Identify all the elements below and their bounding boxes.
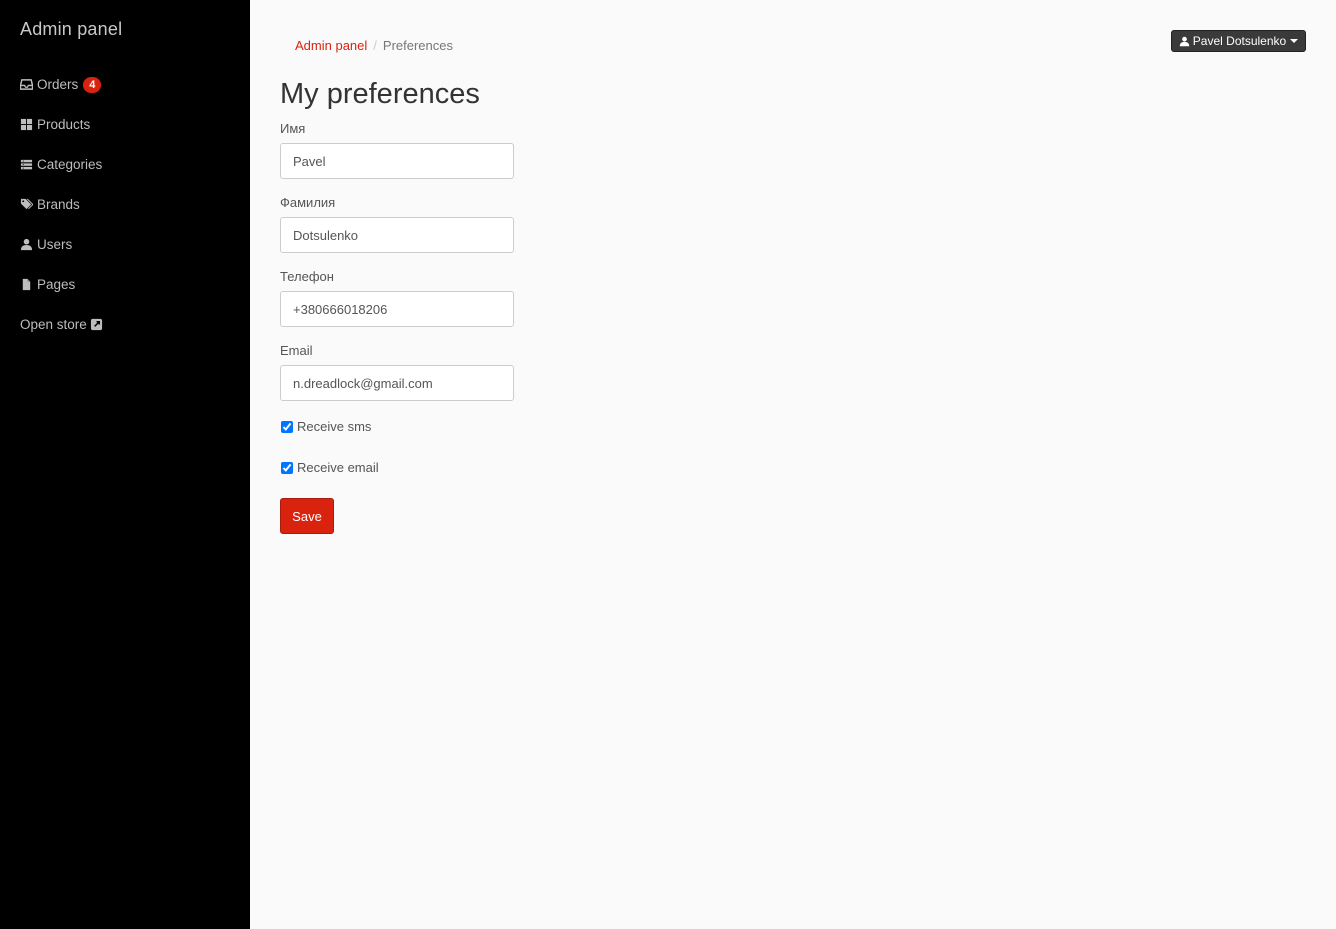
sidebar-item-label: Pages	[37, 277, 76, 292]
receive-email-label: Receive email	[297, 460, 379, 475]
email-field[interactable]	[280, 365, 514, 401]
brand-title[interactable]: Admin panel	[20, 19, 122, 40]
tags-icon	[20, 198, 34, 212]
email-label: Email	[280, 343, 313, 358]
receive-sms-checkbox[interactable]	[281, 420, 293, 433]
file-icon	[20, 278, 34, 292]
receive-sms-option[interactable]: Receive sms	[280, 419, 371, 434]
page-title: My preferences	[280, 78, 480, 110]
breadcrumb-current: Preferences	[382, 38, 453, 53]
sidebar-item-label: Orders	[37, 77, 79, 92]
sidebar: Admin panel Orders 4 Products Categories	[0, 0, 250, 929]
sidebar-item-label: Users	[37, 237, 73, 252]
last-name-label: Фамилия	[280, 195, 336, 210]
sidebar-item-label: Open store	[20, 317, 87, 332]
save-button[interactable]: Save	[280, 498, 334, 534]
phone-label: Телефон	[280, 269, 334, 284]
breadcrumb-separator: /	[373, 38, 377, 53]
phone-field[interactable]	[280, 291, 514, 327]
list-icon	[20, 158, 34, 172]
sidebar-item-label: Categories	[37, 157, 103, 172]
last-name-field[interactable]	[280, 217, 514, 253]
external-link-icon	[90, 318, 103, 331]
breadcrumb-admin-panel-link[interactable]: Admin panel	[295, 38, 367, 53]
user-menu-button[interactable]: Pavel Dotsulenko	[1171, 30, 1306, 52]
user-name: Pavel Dotsulenko	[1192, 34, 1287, 48]
user-icon	[1179, 36, 1190, 46]
sidebar-item-products[interactable]: Products	[20, 114, 103, 154]
sidebar-item-orders[interactable]: Orders 4	[20, 74, 103, 114]
receive-sms-label: Receive sms	[297, 419, 372, 434]
inbox-icon	[20, 78, 34, 92]
orders-count-badge: 4	[83, 77, 102, 93]
sidebar-item-open-store[interactable]: Open store	[20, 314, 103, 354]
sidebar-nav: Orders 4 Products Categories Brands User…	[20, 74, 103, 354]
chevron-down-icon	[1290, 39, 1299, 43]
sidebar-item-brands[interactable]: Brands	[20, 194, 103, 234]
first-name-field[interactable]	[280, 143, 514, 179]
user-icon	[20, 238, 34, 252]
first-name-label: Имя	[280, 121, 306, 136]
sidebar-item-users[interactable]: Users	[20, 234, 103, 274]
sidebar-item-label: Products	[37, 117, 91, 132]
breadcrumb: Admin panel / Preferences	[295, 38, 453, 53]
sidebar-item-label: Brands	[37, 197, 80, 212]
sidebar-item-categories[interactable]: Categories	[20, 154, 103, 194]
receive-email-option[interactable]: Receive email	[280, 460, 379, 475]
grid-icon	[20, 118, 34, 132]
receive-email-checkbox[interactable]	[281, 461, 293, 474]
sidebar-item-pages[interactable]: Pages	[20, 274, 103, 314]
